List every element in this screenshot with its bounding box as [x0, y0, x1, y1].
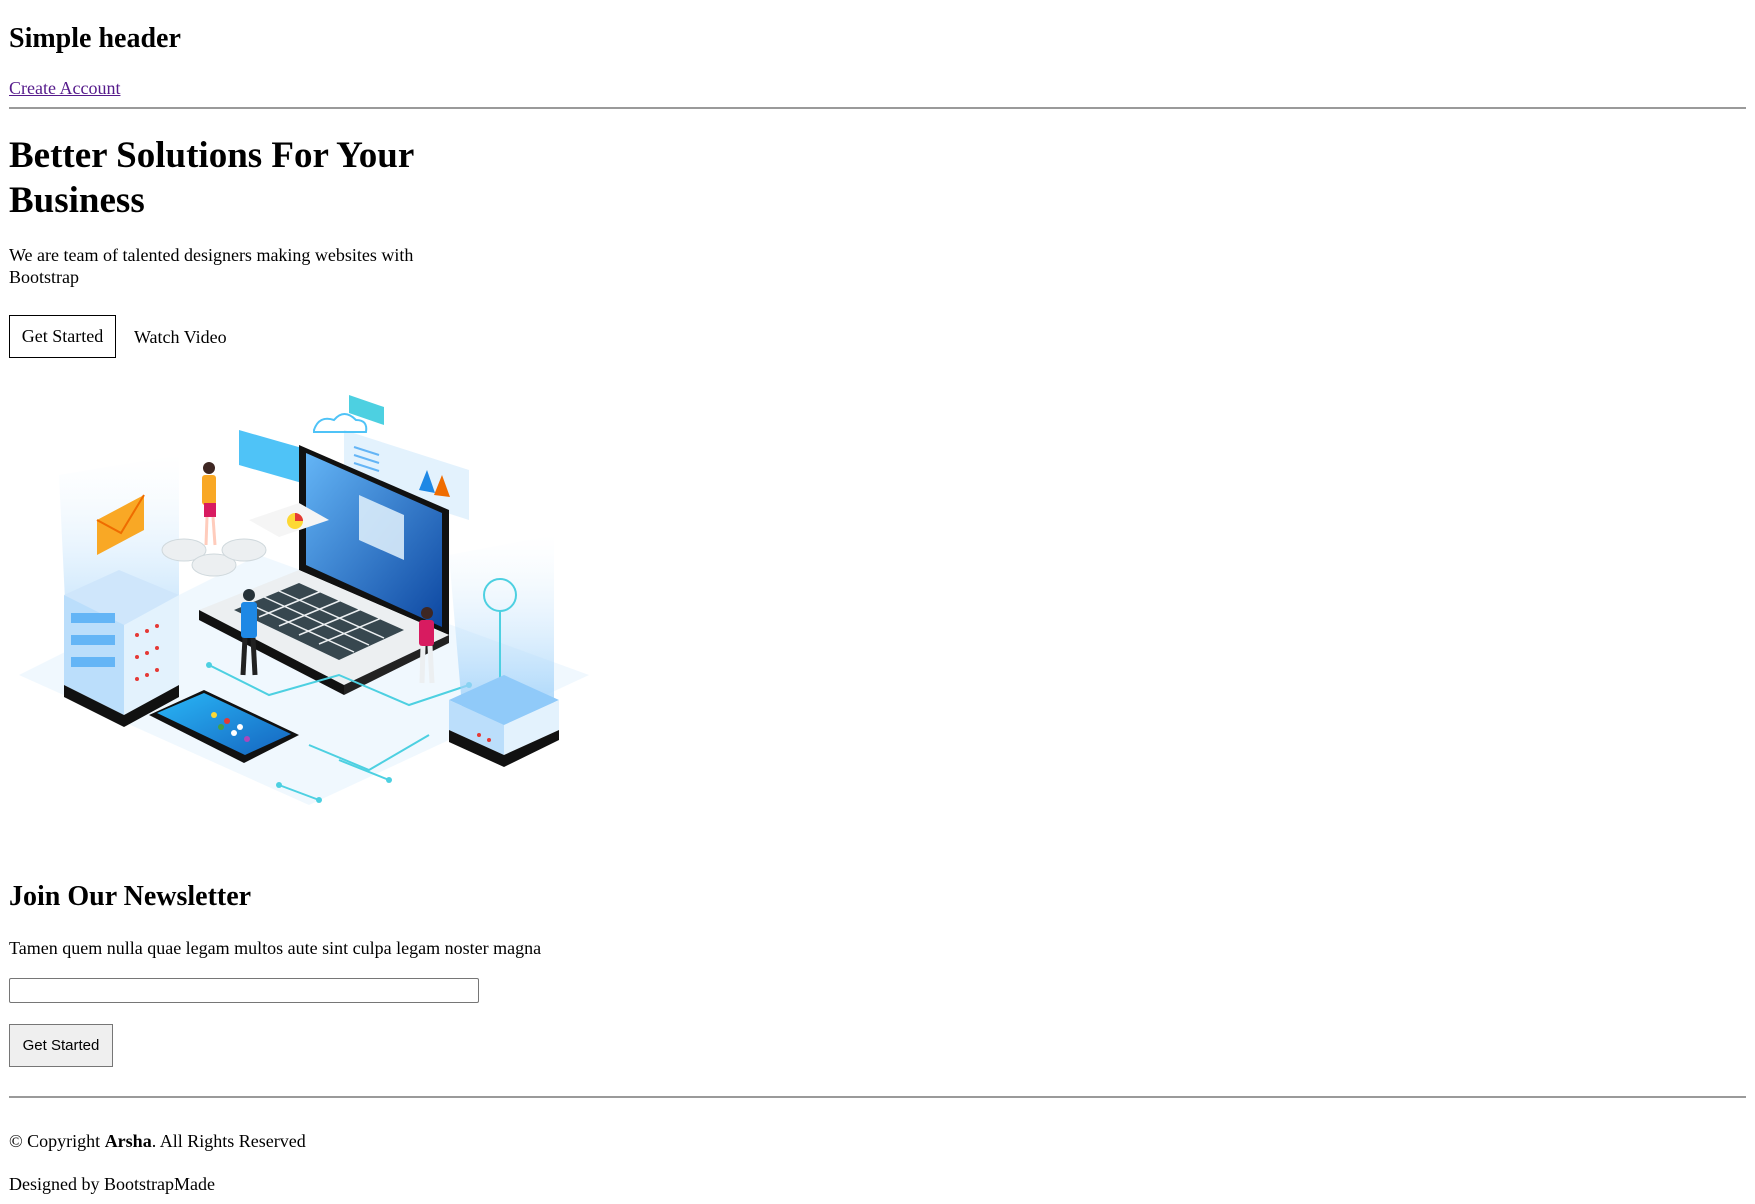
copyright-text: © Copyright Arsha. All Rights Reserved	[9, 1130, 306, 1152]
newsletter-email-input[interactable]	[9, 978, 479, 1003]
designed-by-text: Designed by BootstrapMade	[9, 1174, 215, 1194]
site-title: Simple header	[9, 23, 181, 54]
header-divider	[9, 107, 1746, 109]
footer-divider	[9, 1096, 1746, 1098]
newsletter-title: Join Our Newsletter	[9, 881, 252, 912]
watch-video-button[interactable]: Watch Video	[134, 326, 227, 348]
newsletter-submit-button[interactable]: Get Started	[9, 1024, 113, 1067]
hero-title: Better Solutions For Your Business	[9, 135, 414, 221]
create-account-link[interactable]: Create Account	[9, 77, 120, 99]
copyright-suffix: . All Rights Reserved	[151, 1131, 306, 1151]
newsletter-description: Tamen quem nulla quae legam multos aute …	[9, 938, 542, 958]
hero-illustration-icon	[19, 395, 589, 805]
brand-name: Arsha	[104, 1131, 152, 1151]
get-started-button[interactable]: Get Started	[9, 315, 116, 358]
hero-description: We are team of talented designers making…	[9, 245, 414, 287]
copyright-prefix: © Copyright	[9, 1131, 105, 1151]
